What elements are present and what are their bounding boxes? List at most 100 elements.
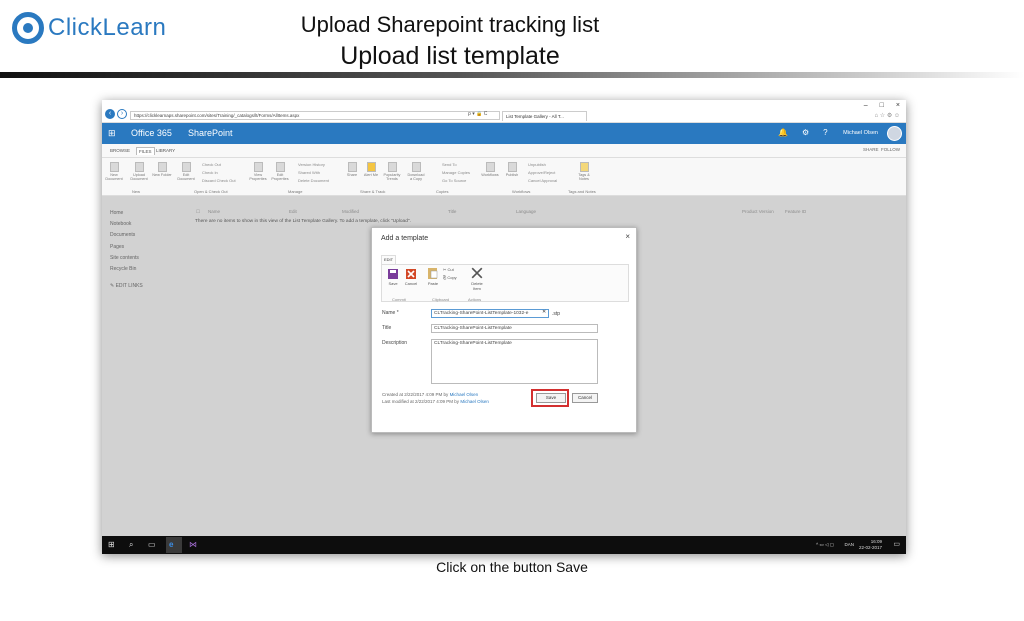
- back-icon[interactable]: ‹: [105, 109, 115, 119]
- new-document-button[interactable]: New Document: [104, 162, 124, 181]
- paste-icon: [428, 268, 438, 279]
- windows-start-icon[interactable]: ⊞: [108, 540, 115, 549]
- suite-icons: 🔔 ⚙ ?: [778, 128, 828, 137]
- popularity-trends-button[interactable]: Popularity Trends: [382, 162, 402, 181]
- bell-icon[interactable]: 🔔: [778, 128, 788, 137]
- ribbon-save-button[interactable]: Save: [384, 269, 402, 286]
- gear-icon[interactable]: ⚙: [802, 128, 809, 137]
- ribbon-cancel-button[interactable]: Cancel: [402, 269, 420, 286]
- share-button[interactable]: Share: [342, 162, 362, 177]
- check-in-button[interactable]: Check In: [202, 170, 218, 175]
- share-follow[interactable]: SHARE FOLLOW: [863, 147, 900, 152]
- workflows-button[interactable]: Workflows: [480, 162, 500, 177]
- window-controls: – □ ×: [864, 102, 900, 109]
- tab-browse[interactable]: BROWSE: [108, 147, 132, 154]
- clock[interactable]: 16:09 22-02-2017: [859, 539, 882, 551]
- share-link[interactable]: SHARE: [863, 147, 879, 152]
- title-divider: [0, 72, 1024, 78]
- modified-by-link[interactable]: Michael Olsen: [460, 399, 489, 404]
- paste-button[interactable]: Paste: [424, 267, 442, 286]
- sharepoint-link[interactable]: SharePoint: [188, 128, 233, 138]
- alert-me-button[interactable]: Alert Me: [361, 162, 381, 177]
- app-launcher-icon[interactable]: ⊞: [108, 128, 116, 139]
- title-field[interactable]: CLTracking-SharePoint-ListTemplate: [431, 324, 598, 333]
- add-template-dialog: Add a template × EDIT Save Cancel Paste …: [371, 227, 637, 433]
- go-to-source-button[interactable]: Go To Source: [442, 178, 466, 183]
- created-text: Created at 2/22/2017 4:09 PM by: [382, 392, 449, 397]
- view-properties-button[interactable]: View Properties: [248, 162, 268, 181]
- tab-library[interactable]: LIBRARY: [154, 147, 177, 154]
- forward-icon[interactable]: ›: [117, 109, 127, 119]
- cancel-button[interactable]: Cancel: [572, 393, 598, 403]
- task-view-icon[interactable]: ▭: [148, 540, 156, 549]
- delete-item-button[interactable]: Delete Item: [468, 267, 486, 291]
- cut-button[interactable]: ✂ Cut: [443, 267, 454, 272]
- tab-edit[interactable]: EDIT: [381, 255, 396, 264]
- version-history-button[interactable]: Version History: [298, 162, 325, 167]
- edit-document-button[interactable]: Edit Document: [176, 162, 196, 181]
- ie-browser-icon[interactable]: e: [169, 540, 173, 549]
- close-window-button[interactable]: ×: [896, 102, 900, 109]
- download-copy-button[interactable]: Download a Copy: [406, 162, 426, 181]
- tab-files[interactable]: FILES: [136, 147, 155, 155]
- follow-link[interactable]: FOLLOW: [881, 147, 900, 152]
- publish-button[interactable]: Publish: [502, 162, 522, 177]
- new-folder-label: New Folder: [152, 173, 172, 177]
- browser-toolbar-icons[interactable]: ⌂ ☆ ⚙ ☺: [874, 112, 900, 119]
- description-field[interactable]: CLTracking-SharePoint-ListTemplate: [431, 339, 598, 384]
- folder-icon: [157, 162, 167, 172]
- visual-studio-icon[interactable]: ⋈: [189, 540, 197, 549]
- send-to-button[interactable]: Send To: [442, 162, 457, 167]
- avatar[interactable]: [887, 126, 902, 141]
- group-open-checkout: Open & Check Out: [194, 189, 228, 194]
- address-bar-icons[interactable]: ρ ▾ 🔒 C: [468, 111, 487, 117]
- workflows-label: Workflows: [481, 173, 499, 177]
- paste-label: Paste: [427, 281, 439, 286]
- copy-button[interactable]: ⎘ Copy: [443, 275, 457, 280]
- share-icon: [347, 162, 357, 172]
- alert-icon: [366, 162, 376, 172]
- maximize-button[interactable]: □: [880, 102, 884, 109]
- new-folder-button[interactable]: New Folder: [152, 162, 172, 177]
- save-icon: [388, 269, 398, 279]
- clicklearn-logo: ClickLearn: [12, 12, 166, 44]
- address-bar[interactable]: https://clicklearnaps.sharepoint.com/sit…: [130, 111, 500, 120]
- tags-notes-button[interactable]: Tags & Notes: [574, 162, 594, 181]
- browser-tab[interactable]: List Template Gallery - All T...: [502, 111, 587, 121]
- office365-link[interactable]: Office 365: [131, 128, 172, 138]
- group-tags-notes: Tags and Notes: [568, 189, 596, 194]
- check-out-button[interactable]: Check Out: [202, 162, 221, 167]
- delete-document-button[interactable]: Delete Document: [298, 178, 329, 183]
- popularity-trends-label: Popularity Trends: [383, 173, 401, 181]
- dialog-title: Add a template: [381, 235, 429, 242]
- search-icon[interactable]: ⌕: [129, 540, 133, 550]
- edit-properties-button[interactable]: Edit Properties: [270, 162, 290, 181]
- publish-icon: [507, 162, 517, 172]
- minimize-button[interactable]: –: [864, 102, 868, 109]
- discard-check-out-button[interactable]: Discard Check Out: [202, 178, 236, 183]
- system-tray-icons[interactable]: ^ ▭ ◁ ▢: [816, 542, 834, 548]
- workflow-icon: [485, 162, 495, 172]
- modified-info: Last modified at 2/22/2017 4:09 PM by Mi…: [382, 399, 489, 404]
- notification-icon[interactable]: ▭: [893, 540, 900, 548]
- help-icon[interactable]: ?: [823, 128, 827, 137]
- unpublish-button[interactable]: Unpublish: [528, 162, 546, 167]
- suite-bar: ⊞ Office 365 SharePoint 🔔 ⚙ ? Michael Ol…: [102, 123, 906, 144]
- language-indicator[interactable]: DAN: [844, 542, 854, 547]
- tags-icon: [579, 162, 589, 172]
- edit-properties-label: Edit Properties: [271, 173, 289, 181]
- group-commit: Commit: [392, 297, 406, 302]
- shared-with-button[interactable]: Shared With: [298, 170, 320, 175]
- created-by-link[interactable]: Michael Olsen: [450, 392, 479, 397]
- group-workflows: Workflows: [512, 189, 531, 194]
- name-field[interactable]: CLTracking-SharePoint-ListTemplate-1032-…: [431, 309, 549, 318]
- cut-icon: ✂: [443, 267, 447, 272]
- approve-reject-button[interactable]: Approve/Reject: [528, 170, 555, 175]
- upload-document-button[interactable]: Upload Document: [129, 162, 149, 181]
- screenshot-frame: – □ × ‹ › https://clicklearnaps.sharepoi…: [102, 100, 906, 554]
- clear-icon[interactable]: ✕: [542, 309, 546, 315]
- user-name[interactable]: Michael Olsen: [843, 130, 878, 136]
- close-icon[interactable]: ×: [625, 232, 630, 241]
- cancel-approval-button[interactable]: Cancel Approval: [528, 178, 557, 183]
- manage-copies-button[interactable]: Manage Copies: [442, 170, 470, 175]
